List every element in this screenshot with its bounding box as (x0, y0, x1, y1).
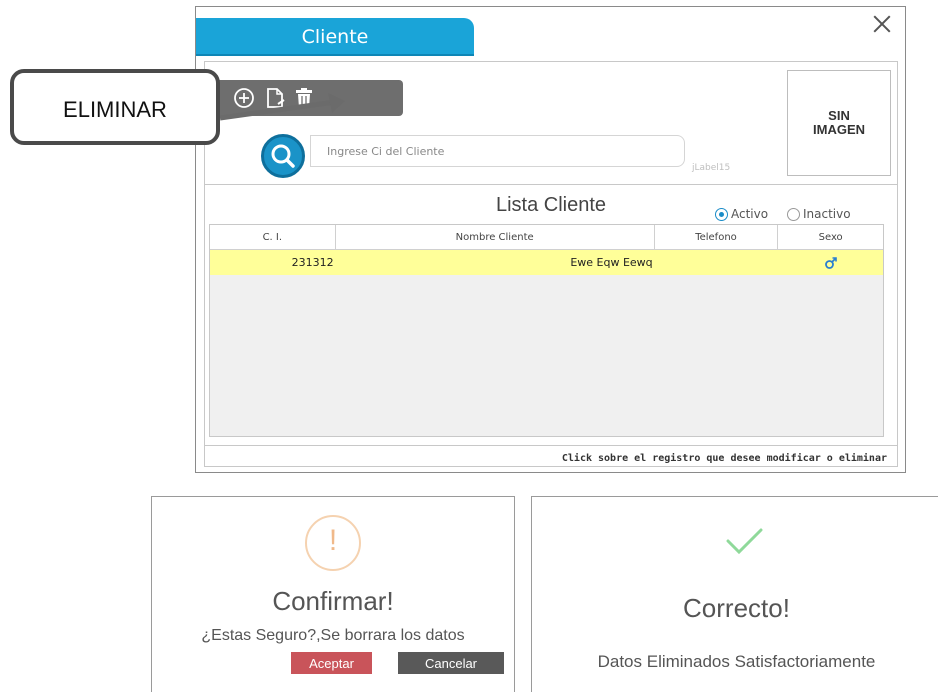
success-dialog: Correcto! Datos Eliminados Satisfactoria… (531, 496, 938, 692)
success-title: Correcto! (683, 593, 790, 623)
confirm-message: ¿Estas Seguro?,Se borrara los datos (201, 627, 465, 644)
callout-label: ELIMINAR (63, 97, 167, 122)
accept-button[interactable]: Aceptar (291, 652, 372, 674)
warning-glyph: ! (328, 524, 338, 557)
eliminar-callout: ELIMINAR (10, 69, 220, 145)
confirm-dialog: ! Confirmar! ¿Estas Seguro?,Se borrara l… (151, 496, 515, 692)
confirm-title: Confirmar! (272, 586, 394, 616)
checkmark-icon (726, 528, 763, 555)
success-message: Datos Eliminados Satisfactoriamente (597, 652, 876, 671)
cancel-button[interactable]: Cancelar (398, 652, 504, 674)
warning-icon: ! (305, 515, 361, 571)
